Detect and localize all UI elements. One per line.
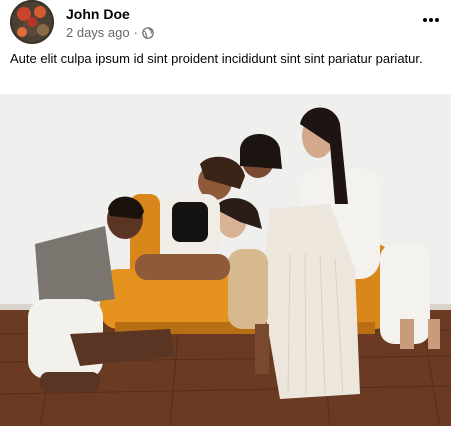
author-name[interactable]: John Doe [66, 6, 130, 22]
more-options-button[interactable] [417, 8, 445, 32]
post-meta: 2 days ago · [66, 25, 154, 40]
post-card: John Doe 2 days ago · Aute elit culpa ip… [0, 0, 451, 426]
meta-separator: · [133, 25, 138, 40]
post-timestamp[interactable]: 2 days ago [66, 25, 130, 40]
more-horizontal-icon [423, 18, 439, 22]
author-avatar[interactable] [10, 0, 54, 44]
avatar-image [10, 0, 54, 44]
post-photo[interactable] [0, 94, 451, 426]
globe-icon[interactable] [142, 26, 154, 39]
photo-image [0, 94, 451, 426]
post-text: Aute elit culpa ipsum id sint proident i… [10, 51, 423, 66]
